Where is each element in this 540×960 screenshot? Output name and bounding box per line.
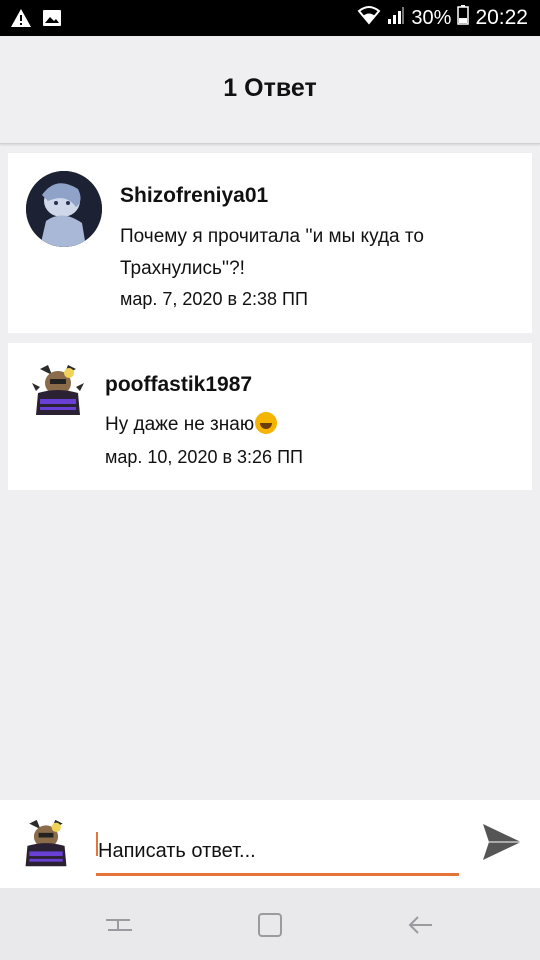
comment-text: Почему я прочитала ''и мы куда то Трахну… xyxy=(120,226,424,279)
signal-icon xyxy=(387,5,405,31)
comment-timestamp: мар. 10, 2020 в 3:26 ПП xyxy=(105,447,303,467)
navigation-bar xyxy=(0,888,540,960)
send-button[interactable] xyxy=(478,820,526,868)
comment-text-value: Ну даже не знаю xyxy=(105,414,255,435)
reply-input[interactable] xyxy=(96,824,459,876)
avatar xyxy=(20,816,72,872)
reply-bar xyxy=(0,800,540,888)
clock: 20:22 xyxy=(475,6,528,29)
comment-username[interactable]: Shizofreniya01 xyxy=(120,184,268,208)
header: 1 Ответ xyxy=(0,36,540,144)
avatar[interactable] xyxy=(30,363,86,419)
image-icon xyxy=(42,9,62,32)
comment-text: Ну даже не знаю xyxy=(105,409,505,441)
battery-icon xyxy=(457,5,470,31)
page-title: 1 Ответ xyxy=(223,74,317,102)
comment-timestamp: мар. 7, 2020 в 2:38 ПП xyxy=(120,289,308,309)
send-icon xyxy=(481,822,523,867)
laughing-emoji-icon xyxy=(255,412,278,434)
warning-icon xyxy=(10,8,32,33)
recent-apps-icon[interactable] xyxy=(104,910,134,940)
back-icon[interactable] xyxy=(406,910,436,940)
home-icon[interactable] xyxy=(255,910,285,940)
wifi-icon xyxy=(357,5,381,31)
text-caret xyxy=(96,832,98,856)
avatar[interactable] xyxy=(26,171,102,247)
battery-percent: 30% xyxy=(411,6,452,29)
comment-username[interactable]: pooffastik1987 xyxy=(105,373,252,397)
status-bar: 30% 20:22 xyxy=(0,0,540,36)
comment-card[interactable]: pooffastik1987 Ну даже не знаю мар. 10, … xyxy=(8,343,532,490)
comment-card[interactable]: Shizofreniya01 Почему я прочитала ''и мы… xyxy=(8,153,532,333)
